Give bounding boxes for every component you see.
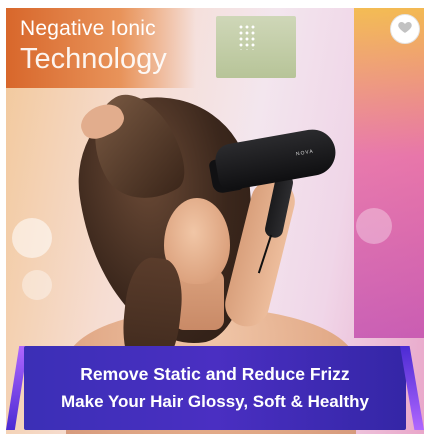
feature-banner: Remove Static and Reduce Frizz Make Your…	[6, 346, 424, 430]
background-lamp	[216, 16, 296, 78]
lamp-dots	[238, 24, 256, 50]
banner-subheadline: Make Your Hair Glossy, Soft & Healthy	[61, 392, 369, 411]
product-image-viewer: Negative Ionic Technology NOVA Remove St…	[0, 0, 432, 447]
banner-headline: Remove Static and Reduce Frizz	[80, 364, 350, 384]
bokeh-light	[22, 270, 52, 300]
heading-line1: Negative Ionic	[20, 17, 156, 40]
heading-line2: Technology	[20, 43, 167, 76]
banner-background	[24, 346, 406, 430]
decorative-stripe	[354, 8, 424, 338]
bokeh-light	[356, 208, 392, 244]
wishlist-button[interactable]	[390, 14, 420, 44]
feature-heading: Negative Ionic Technology	[20, 17, 167, 76]
bokeh-light	[12, 218, 52, 258]
heart-icon	[397, 19, 413, 40]
